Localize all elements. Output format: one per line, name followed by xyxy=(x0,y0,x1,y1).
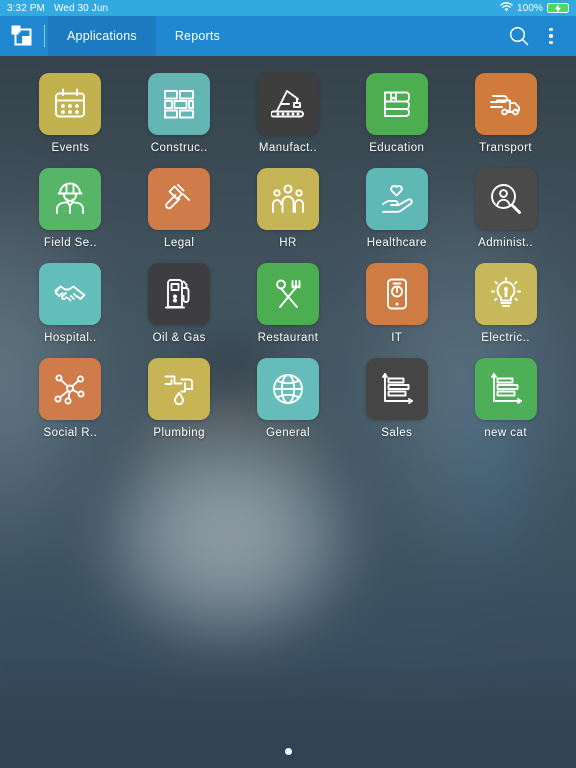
tab-reports-label: Reports xyxy=(174,29,220,43)
status-bar-right: 100% xyxy=(500,1,569,15)
app-tile-label: Healthcare xyxy=(366,237,427,249)
app-tile-label: Hospital.. xyxy=(44,332,97,344)
battery-percent-label: 100% xyxy=(517,2,543,14)
app-bar: Applications Reports xyxy=(0,16,576,56)
application-screen: 3:32 PM Wed 30 Jun 100% Applications Rep… xyxy=(0,0,576,768)
app-tile-general[interactable]: General xyxy=(234,358,343,439)
app-tile-construc[interactable]: Construc.. xyxy=(125,73,234,154)
app-tile-sales[interactable]: Sales xyxy=(342,358,451,439)
overflow-menu-icon[interactable] xyxy=(536,16,566,56)
bar-chart-icon xyxy=(365,358,428,420)
people-group-icon xyxy=(256,168,319,230)
wifi-icon xyxy=(500,1,513,15)
calendar-icon xyxy=(39,73,102,135)
person-search-icon xyxy=(474,168,537,230)
status-time: 3:32 PM xyxy=(7,2,45,14)
app-tile-administ[interactable]: Administ.. xyxy=(451,168,560,249)
field-worker-icon xyxy=(39,168,102,230)
app-tile-label: Manufact.. xyxy=(258,142,318,154)
app-tile-legal[interactable]: Legal xyxy=(125,168,234,249)
bar-chart-icon xyxy=(474,358,537,420)
app-tile-restaurant[interactable]: Restaurant xyxy=(234,263,343,344)
app-tile-label: Transport xyxy=(479,142,533,154)
network-nodes-icon xyxy=(39,358,102,420)
globe-icon xyxy=(256,358,319,420)
app-tile-oil-gas[interactable]: Oil & Gas xyxy=(125,263,234,344)
status-bar-left: 3:32 PM Wed 30 Jun xyxy=(7,3,108,14)
app-tile-label: IT xyxy=(391,332,403,344)
tab-reports[interactable]: Reports xyxy=(156,16,239,56)
app-tile-label: Construc.. xyxy=(150,142,208,154)
gavel-icon xyxy=(148,168,211,230)
app-tile-events[interactable]: Events xyxy=(16,73,125,154)
app-tile-label: Field Se.. xyxy=(43,237,97,249)
app-tile-label: Plumbing xyxy=(153,427,205,439)
app-tile-label: HR xyxy=(279,237,297,249)
fork-spoon-icon xyxy=(256,263,319,325)
status-date: Wed 30 Jun xyxy=(53,2,109,14)
app-tile-label: Education xyxy=(369,142,425,154)
tab-applications-label: Applications xyxy=(67,29,137,43)
applications-grid: Events Construc.. Manufact.. Education Trans… xyxy=(0,56,576,439)
page-dot-1[interactable] xyxy=(284,748,292,755)
tab-applications[interactable]: Applications xyxy=(48,16,156,56)
app-tile-label: Events xyxy=(51,142,90,154)
app-tile-social-r[interactable]: Social R.. xyxy=(16,358,125,439)
app-tile-label: Sales xyxy=(381,427,413,439)
app-tile-label: Social R.. xyxy=(43,427,98,439)
handshake-icon xyxy=(39,263,102,325)
app-tile-label: Legal xyxy=(164,237,195,249)
app-tile-label: Oil & Gas xyxy=(152,332,206,344)
app-tile-field-se[interactable]: Field Se.. xyxy=(16,168,125,249)
light-bulb-icon xyxy=(474,263,537,325)
status-bar: 3:32 PM Wed 30 Jun 100% xyxy=(0,0,576,16)
app-tile-electric[interactable]: Electric.. xyxy=(451,263,560,344)
delivery-truck-icon xyxy=(474,73,537,135)
app-tile-healthcare[interactable]: Healthcare xyxy=(342,168,451,249)
app-tile-manufact[interactable]: Manufact.. xyxy=(234,73,343,154)
page-indicator[interactable] xyxy=(0,748,576,755)
mobile-device-icon xyxy=(365,263,428,325)
app-tile-education[interactable]: Education xyxy=(342,73,451,154)
app-tile-label: General xyxy=(265,427,311,439)
app-tile-label: Restaurant xyxy=(257,332,319,344)
app-tile-it[interactable]: IT xyxy=(342,263,451,344)
app-tile-plumbing[interactable]: Plumbing xyxy=(125,358,234,439)
app-tile-label: new cat xyxy=(484,427,527,439)
fuel-pump-icon xyxy=(148,263,211,325)
bricks-icon xyxy=(148,73,211,135)
app-tile-new-cat[interactable]: new cat xyxy=(451,358,560,439)
crane-icon xyxy=(256,73,319,135)
battery-charging-icon xyxy=(547,3,569,13)
app-tile-transport[interactable]: Transport xyxy=(451,73,560,154)
app-bar-actions xyxy=(504,16,576,56)
books-icon xyxy=(365,73,428,135)
pipe-drop-icon xyxy=(148,358,211,420)
app-tile-label: Administ.. xyxy=(478,237,534,249)
app-logo-icon[interactable] xyxy=(0,16,44,56)
app-tile-hr[interactable]: HR xyxy=(234,168,343,249)
search-icon[interactable] xyxy=(504,16,534,56)
app-tile-label: Electric.. xyxy=(481,332,530,344)
hand-heart-icon xyxy=(365,168,428,230)
app-tile-hospital[interactable]: Hospital.. xyxy=(16,263,125,344)
brand-divider xyxy=(44,25,45,47)
